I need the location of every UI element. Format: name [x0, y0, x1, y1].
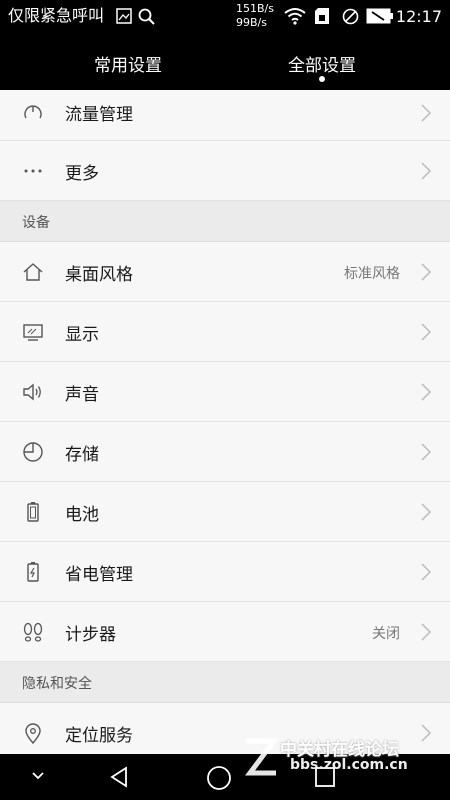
- row-pedometer[interactable]: 计步器 关闭: [0, 602, 450, 662]
- chevron-right-icon: [421, 563, 432, 581]
- do-not-disturb-icon: [342, 8, 359, 25]
- chevron-right-icon: [421, 383, 432, 401]
- chevron-right-icon: [421, 443, 432, 461]
- row-sound[interactable]: 声音: [0, 362, 450, 422]
- home-button-icon[interactable]: [206, 765, 232, 791]
- status-bar: 仅限紧急呼叫 151B/s 99B/s 12:17: [0, 0, 450, 34]
- chevron-right-icon: [421, 503, 432, 521]
- zol-logo: [245, 738, 279, 776]
- upload-speed: 151B/s: [236, 2, 274, 15]
- tab-bar: 常用设置 全部设置: [0, 34, 450, 90]
- row-label: 显示: [65, 325, 99, 345]
- battery-icon: [27, 502, 39, 522]
- battery-status-icon: [366, 8, 393, 24]
- section-title: 隐私和安全: [22, 676, 92, 692]
- back-icon[interactable]: [108, 765, 132, 789]
- row-more[interactable]: 更多: [0, 141, 450, 201]
- row-label: 定位服务: [65, 726, 133, 746]
- tab-common-settings[interactable]: 常用设置: [48, 51, 208, 76]
- row-value: 标准风格: [344, 266, 400, 282]
- row-label: 电池: [65, 505, 99, 525]
- emergency-call-text: 仅限紧急呼叫: [8, 6, 105, 25]
- row-display[interactable]: 显示: [0, 302, 450, 362]
- tab-all-settings[interactable]: 全部设置: [242, 51, 402, 76]
- location-icon: [25, 723, 41, 744]
- row-storage[interactable]: 存储: [0, 422, 450, 482]
- search-icon: [138, 8, 155, 25]
- watermark: 中关村在线论坛 bbs.zol.com.cn: [240, 735, 440, 780]
- active-tab-indicator: [319, 76, 325, 82]
- gauge-icon: [24, 105, 42, 119]
- sim-card-icon: [315, 8, 329, 24]
- download-speed: 99B/s: [236, 16, 267, 29]
- settings-list: 流量管理 更多 设备 桌面风格 标准风格 显示 声音 存储 电池 省电管理 计步…: [0, 90, 450, 763]
- speaker-icon: [23, 383, 41, 401]
- chevron-right-icon: [421, 104, 432, 122]
- display-icon: [23, 324, 43, 341]
- home-icon: [23, 263, 43, 281]
- image-icon: [116, 8, 132, 24]
- section-title: 设备: [22, 215, 50, 231]
- row-desktop-style[interactable]: 桌面风格 标准风格: [0, 242, 450, 302]
- more-icon: [24, 169, 42, 173]
- row-battery[interactable]: 电池: [0, 482, 450, 542]
- row-power-save[interactable]: 省电管理: [0, 542, 450, 602]
- chevron-right-icon: [421, 623, 432, 641]
- row-label: 计步器: [65, 625, 116, 645]
- row-label: 桌面风格: [65, 265, 133, 285]
- wifi-icon: [284, 8, 306, 25]
- footsteps-icon: [23, 622, 43, 642]
- watermark-url: bbs.zol.com.cn: [290, 757, 408, 773]
- row-label: 声音: [65, 385, 99, 405]
- row-value: 关闭: [372, 626, 400, 642]
- row-label: 存储: [65, 445, 99, 465]
- clock: 12:17: [395, 7, 442, 26]
- network-speed: 151B/s 99B/s: [236, 2, 274, 30]
- chevron-down-icon[interactable]: [30, 770, 46, 782]
- power-save-icon: [27, 562, 39, 582]
- chevron-right-icon: [421, 323, 432, 341]
- row-data-usage[interactable]: 流量管理: [0, 90, 450, 141]
- section-header-device: 设备: [0, 201, 450, 242]
- row-label: 更多: [65, 164, 99, 184]
- row-label: 流量管理: [65, 105, 133, 125]
- section-header-privacy: 隐私和安全: [0, 662, 450, 703]
- chevron-right-icon: [421, 162, 432, 180]
- storage-icon: [23, 442, 43, 462]
- row-label: 省电管理: [65, 565, 133, 585]
- chevron-right-icon: [421, 263, 432, 281]
